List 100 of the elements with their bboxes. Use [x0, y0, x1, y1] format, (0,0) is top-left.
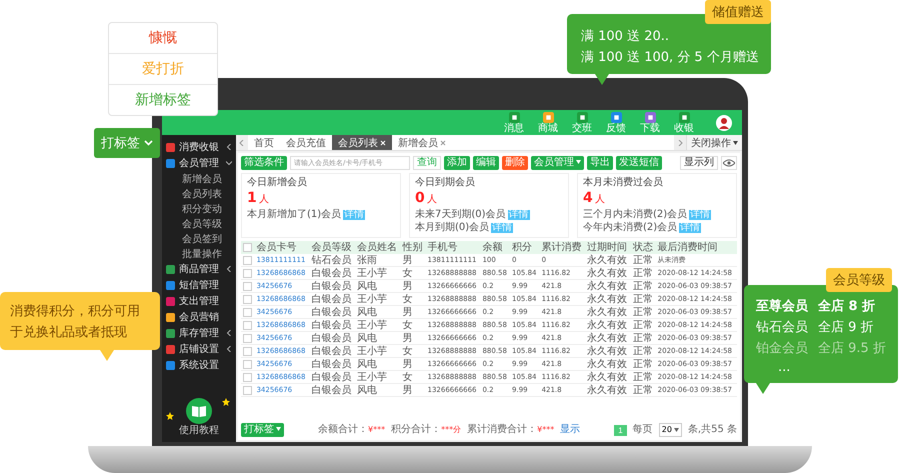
tier-name: 至尊会员	[756, 298, 808, 315]
book-icon[interactable]	[186, 398, 212, 424]
checkbox[interactable]	[243, 360, 252, 368]
action-button[interactable]: 添加	[444, 156, 470, 170]
summary-value: ¥***	[368, 424, 386, 436]
table-cell: 张雨	[355, 254, 401, 266]
sidebar-item[interactable]: 店铺设置	[162, 341, 236, 357]
table-cell: 白银会员	[309, 358, 356, 370]
sidebar-subitem[interactable]: 会员签到	[162, 231, 236, 246]
table-cell: 永久有效	[585, 370, 631, 384]
stat-note: 未来7天到期(0)会员	[415, 209, 506, 221]
sidebar-item[interactable]: 会员营销	[162, 309, 236, 325]
promo-text: 满 100 送 20..	[581, 28, 670, 45]
action-button[interactable]: 编辑	[473, 156, 499, 170]
table-cell: 女	[400, 318, 426, 332]
caret-icon	[276, 427, 281, 432]
action-button[interactable]: 会员管理	[531, 156, 584, 170]
checkbox[interactable]	[243, 268, 252, 278]
checkbox[interactable]	[243, 308, 252, 316]
summary-label: 余额合计：	[318, 424, 368, 436]
checkbox[interactable]	[243, 334, 252, 342]
summary-value: ***分	[441, 424, 462, 436]
table-cell: 永久有效	[585, 332, 631, 344]
tier-discount: 全店 9.5 折	[818, 340, 886, 357]
sidebar-item[interactable]: 短信管理	[162, 277, 236, 293]
header-button[interactable]: 下载	[640, 112, 660, 134]
sidebar-subitem[interactable]: 积分变动	[162, 201, 236, 216]
table-cell: 男	[400, 384, 426, 396]
sidebar-item[interactable]: 支出管理	[162, 293, 236, 309]
eye-icon[interactable]	[721, 156, 737, 170]
table-cell: 永久有效	[585, 266, 631, 280]
column-header: 会员姓名	[355, 241, 401, 254]
card-title: 今日到期会员	[415, 177, 476, 189]
column-header: 最后消费时间	[656, 241, 737, 254]
action-button[interactable]: 导出	[587, 156, 613, 170]
sidebar-item[interactable]: 消费收银	[162, 139, 236, 155]
stat-note: 本月新增加了(1)会员	[247, 209, 342, 221]
checkbox[interactable]	[243, 386, 252, 394]
table-cell: 正常	[630, 306, 656, 318]
checkbox[interactable]	[243, 372, 252, 382]
action-button[interactable]: 发送短信	[616, 156, 662, 170]
sidebar-item[interactable]: 库存管理	[162, 325, 236, 341]
action-button[interactable]: 删除	[502, 156, 528, 170]
tag-button[interactable]: 打标签	[94, 128, 160, 158]
sidebar-item[interactable]: 会员管理	[162, 155, 236, 171]
header-button[interactable]: 反馈	[606, 112, 626, 134]
stat-note: 本月到期(0)会员	[415, 222, 490, 234]
sidebar-subitem[interactable]: 批量操作	[162, 246, 236, 261]
tag-option[interactable]: 新增标签	[109, 85, 217, 115]
show-link[interactable]: 显示	[560, 424, 580, 436]
checkbox[interactable]	[243, 294, 252, 304]
table-cell: 正常	[630, 280, 656, 292]
table-cell: 正常	[630, 292, 656, 306]
scroll-left-button[interactable]	[236, 135, 248, 150]
chevron-right-icon	[677, 140, 683, 146]
table-cell: 女	[400, 370, 426, 384]
filter-button[interactable]: 筛选条件	[241, 156, 287, 170]
total-label: 条,共55 条	[688, 424, 738, 436]
table-cell: 风电	[355, 358, 401, 370]
summary-value: ¥***	[537, 424, 554, 436]
sidebar-subitem[interactable]: 会员列表	[162, 186, 236, 201]
sidebar-item[interactable]: 系统设置	[162, 357, 236, 373]
columns-button[interactable]: 显示列	[680, 156, 718, 170]
summary-label: 累计消费合计：	[467, 424, 538, 436]
table-cell: 女	[400, 344, 426, 358]
stat-value: 4	[583, 190, 593, 206]
per-page-select[interactable]: 20	[658, 423, 682, 437]
tier-discount: 全店 8 折	[818, 298, 876, 315]
checkbox[interactable]	[243, 346, 252, 356]
table-cell: 正常	[630, 358, 656, 370]
header-button[interactable]: 交班	[572, 112, 592, 134]
sidebar-item[interactable]: 商品管理	[162, 261, 236, 277]
column-header: 会员卡号	[254, 241, 310, 254]
checkbox[interactable]	[243, 320, 252, 330]
close-menu-button[interactable]: 关闭操作	[686, 135, 742, 150]
header-button[interactable]: 收银	[674, 112, 694, 134]
logo-caption: 使用教程	[179, 425, 219, 436]
checkbox[interactable]	[243, 282, 252, 290]
star-icon	[166, 412, 174, 420]
header-button[interactable]: 消息	[504, 112, 524, 134]
scroll-right-button[interactable]	[674, 135, 686, 150]
column-header: 性别	[400, 241, 426, 254]
stat-note: 今年内未消费(2)会员	[583, 222, 678, 234]
tab[interactable]: 会员列表	[332, 135, 392, 150]
search-button[interactable]: 查询	[413, 156, 441, 170]
table-cell: 风电	[355, 332, 401, 344]
checkbox[interactable]	[243, 243, 252, 252]
tag-option[interactable]: 慷慨	[109, 23, 217, 54]
table-cell: 王小芋	[355, 318, 401, 332]
tag-button[interactable]: 打标签	[241, 423, 284, 437]
column-header: 余额	[480, 241, 510, 254]
header-button[interactable]: 商城	[538, 112, 558, 134]
table-cell: 男	[400, 332, 426, 344]
table-cell: 永久有效	[585, 306, 631, 318]
sidebar-subitem[interactable]: 会员等级	[162, 216, 236, 231]
checkbox[interactable]	[243, 256, 252, 264]
sidebar-subitem[interactable]: 新增会员	[162, 171, 236, 186]
table-cell: 男	[400, 254, 426, 266]
avatar-icon[interactable]	[716, 114, 732, 130]
table-cell: 女	[400, 266, 426, 280]
